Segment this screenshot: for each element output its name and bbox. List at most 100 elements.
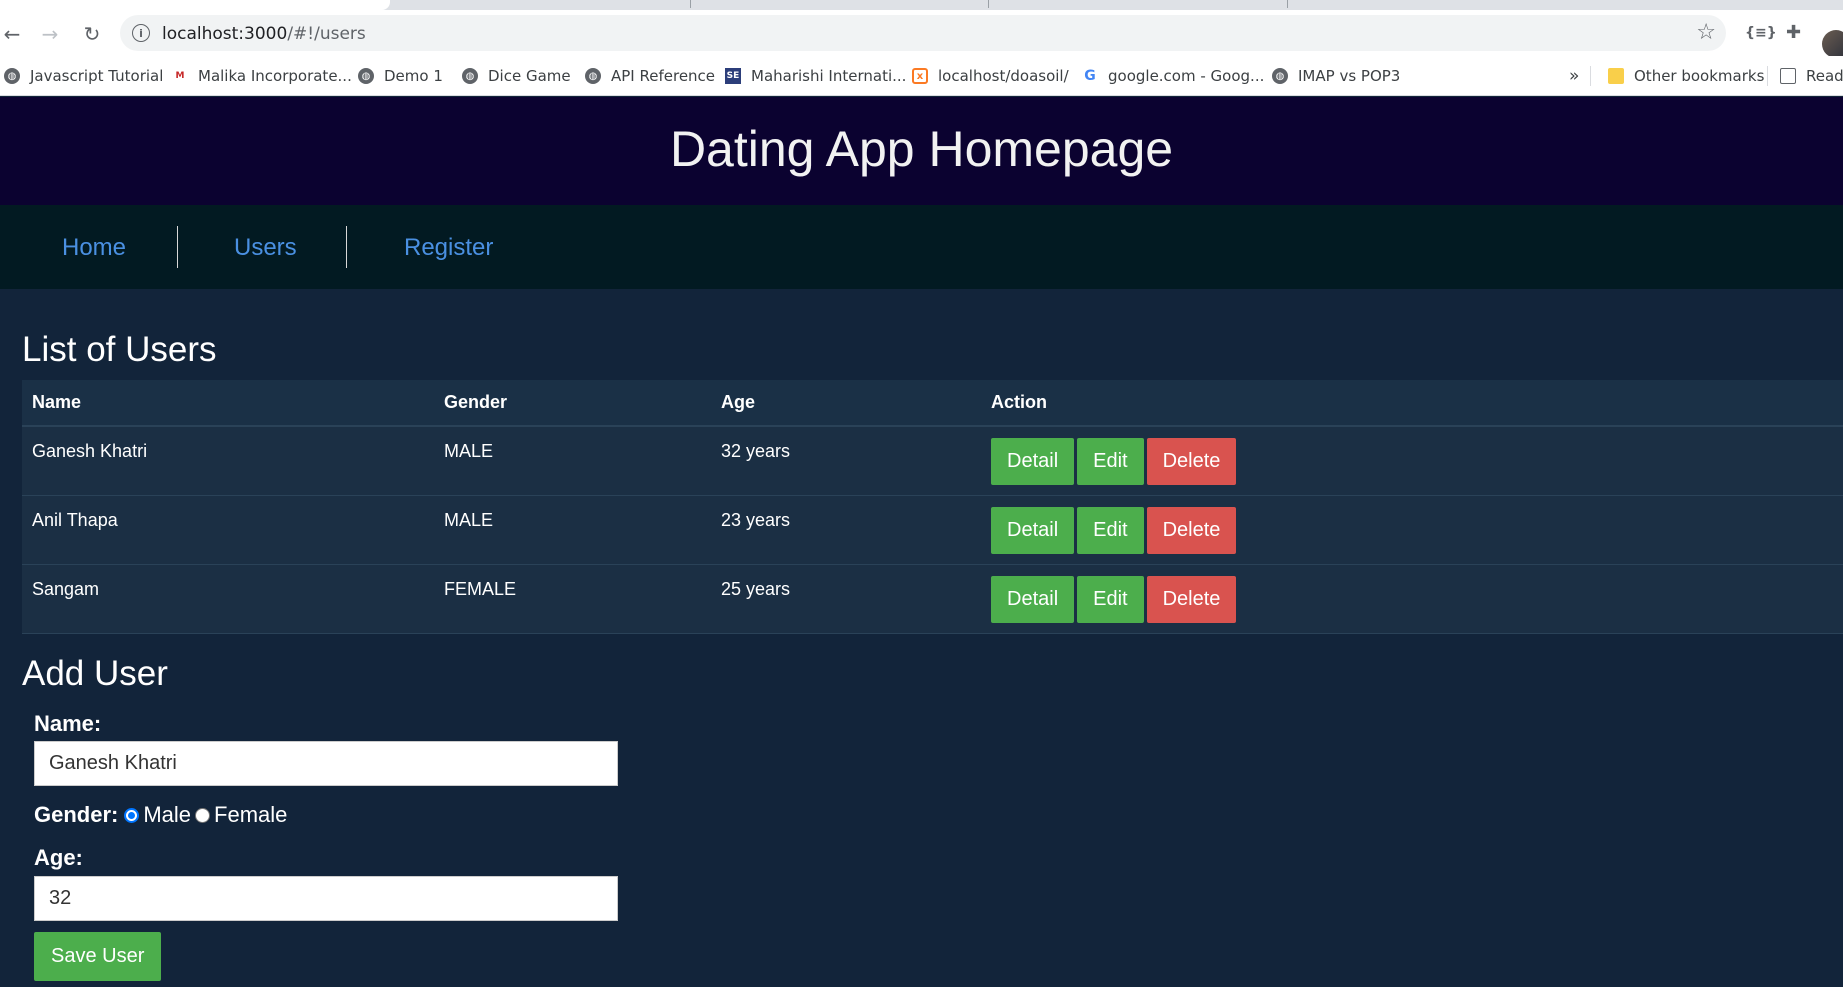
age-label: Age: [34, 845, 83, 870]
add-user-title: Add User [22, 654, 168, 693]
detail-button[interactable]: Detail [991, 575, 1075, 623]
bookmark-label: Javascript Tutorial [30, 67, 164, 85]
bookmark-item[interactable]: ◍ IMAP vs POP3 [1272, 66, 1400, 86]
other-bookmarks[interactable]: Other bookmarks [1608, 66, 1764, 86]
column-header-name: Name [22, 380, 434, 427]
delete-button[interactable]: Delete [1146, 438, 1237, 485]
bookmark-label: google.com - Goog... [1108, 67, 1265, 85]
detail-button[interactable]: Detail [991, 506, 1075, 554]
bookmark-label: IMAP vs POP3 [1298, 67, 1401, 85]
user-name-cell: Anil Thapa [22, 495, 434, 565]
user-age-cell: 25 years [711, 564, 981, 634]
bookmark-item[interactable]: ◍ Demo 1 [358, 66, 443, 86]
url-host: localhost:3000 [162, 24, 288, 44]
folder-icon [1608, 68, 1624, 84]
user-gender-cell: FEMALE [434, 564, 711, 634]
app-header: Dating App Homepage [0, 97, 1843, 205]
table-row: Ganesh Khatri MALE 32 years Detail Edit De… [22, 426, 1843, 496]
active-tab[interactable] [0, 0, 390, 10]
table-row: Anil Thapa MALE 23 years Detail Edit Delet… [22, 495, 1843, 565]
bookmark-item[interactable]: M Malika Incorporate... [172, 66, 352, 86]
globe-icon: ◍ [462, 68, 478, 84]
bookmark-label: Maharishi Internati... [751, 67, 907, 85]
edit-button[interactable]: Edit [1077, 506, 1144, 554]
bookmark-item[interactable]: ◍ Javascript Tutorial [4, 66, 163, 86]
bookmark-label: Malika Incorporate... [198, 67, 352, 85]
user-name-cell: Ganesh Khatri [22, 426, 434, 496]
url-text[interactable]: localhost:3000/#!/users [162, 24, 366, 44]
bookmark-label: Dice Game [488, 67, 571, 85]
user-name-cell: Sangam [22, 564, 434, 634]
column-header-gender: Gender [434, 380, 711, 427]
bookmark-item[interactable]: ◍ API Reference [585, 66, 715, 86]
user-actions-cell: Detail Edit Delete [981, 495, 1843, 565]
bookmark-item[interactable]: x localhost/doasoil/ [912, 66, 1069, 86]
table-header-row: Name Gender Age Action [22, 380, 1843, 427]
other-bookmarks-label: Other bookmarks [1634, 67, 1765, 85]
column-header-age: Age [711, 380, 981, 427]
user-actions-cell: Detail Edit Delete [981, 426, 1843, 496]
name-input[interactable] [34, 741, 618, 786]
gender-male-label: Male [143, 802, 192, 827]
edit-button[interactable]: Edit [1077, 438, 1144, 485]
users-table: Name Gender Age Action Ganesh Khatri MAL… [22, 380, 1843, 634]
main-content: List of Users Name Gender Age Action Gan… [0, 289, 1843, 987]
url-path: /#!/users [287, 24, 366, 44]
bookmark-star-icon[interactable]: ☆ [1696, 20, 1716, 45]
page-title: Dating App Homepage [669, 121, 1174, 177]
bookmark-divider [1590, 66, 1591, 86]
globe-icon: ◍ [358, 68, 374, 84]
gender-radio-group: Gender: Male Female [34, 802, 291, 828]
main-nav: Home Users Register [0, 205, 1843, 289]
nav-divider [177, 226, 178, 268]
user-actions-cell: Detail Edit Delete [981, 564, 1843, 634]
se-icon: SE [725, 68, 741, 84]
table-row: Sangam FEMALE 25 years Detail Edit Delete [22, 564, 1843, 634]
bookmarks-bar: ◍ Javascript Tutorial M Malika Incorporate… [0, 56, 1843, 96]
delete-button[interactable]: Delete [1146, 506, 1237, 554]
name-label: Name: [34, 711, 102, 736]
bookmark-item[interactable]: Ggoogle.com - Goog... [1082, 66, 1264, 86]
xampp-icon: x [912, 68, 928, 84]
malika-icon: M [172, 68, 188, 84]
nav-users-link[interactable]: Users [234, 234, 297, 262]
reload-icon[interactable]: ↻ [80, 22, 104, 46]
bookmark-divider [1767, 66, 1768, 86]
tab-strip [0, 0, 1843, 10]
globe-icon: ◍ [1272, 68, 1288, 84]
column-header-action: Action [981, 380, 1843, 427]
extension-json-icon[interactable]: {≡} [1745, 25, 1777, 41]
back-arrow-icon[interactable]: ← [0, 22, 24, 46]
site-info-icon[interactable]: i [132, 24, 150, 42]
reading-list[interactable]: Read [1780, 66, 1843, 86]
user-age-cell: 32 years [711, 426, 981, 496]
tab-separator [988, 0, 989, 8]
globe-icon: ◍ [4, 68, 20, 84]
gender-female-radio[interactable] [195, 807, 211, 823]
gender-male-radio[interactable] [124, 807, 140, 823]
bookmark-item[interactable]: SE Maharishi Internati... [725, 66, 906, 86]
bookmarks-overflow-button[interactable]: » [1569, 66, 1579, 86]
bookmark-label: localhost/doasoil/ [938, 67, 1069, 85]
detail-button[interactable]: Detail [991, 438, 1075, 485]
nav-register-link[interactable]: Register [404, 234, 493, 262]
profile-avatar[interactable] [1822, 30, 1843, 58]
bookmark-item[interactable]: ◍ Dice Game [462, 66, 571, 86]
user-age-cell: 23 years [711, 495, 981, 565]
delete-button[interactable]: Delete [1146, 575, 1237, 623]
tab-separator [690, 0, 691, 8]
extensions-puzzle-icon[interactable]: ✚ [1786, 22, 1801, 43]
address-bar[interactable]: i localhost:3000/#!/users ☆ [120, 15, 1726, 51]
bookmark-label: Demo 1 [384, 67, 443, 85]
edit-button[interactable]: Edit [1077, 575, 1144, 623]
gender-female-label: Female [214, 802, 288, 827]
save-user-button[interactable]: Save User [34, 932, 162, 981]
bookmark-label: API Reference [611, 67, 716, 85]
user-gender-cell: MALE [434, 426, 711, 496]
google-icon: G [1082, 68, 1098, 84]
age-input[interactable] [34, 876, 618, 921]
gender-label: Gender: [34, 802, 119, 827]
forward-arrow-icon[interactable]: → [38, 22, 62, 46]
nav-home-link[interactable]: Home [62, 234, 126, 262]
users-section-title: List of Users [22, 330, 217, 369]
